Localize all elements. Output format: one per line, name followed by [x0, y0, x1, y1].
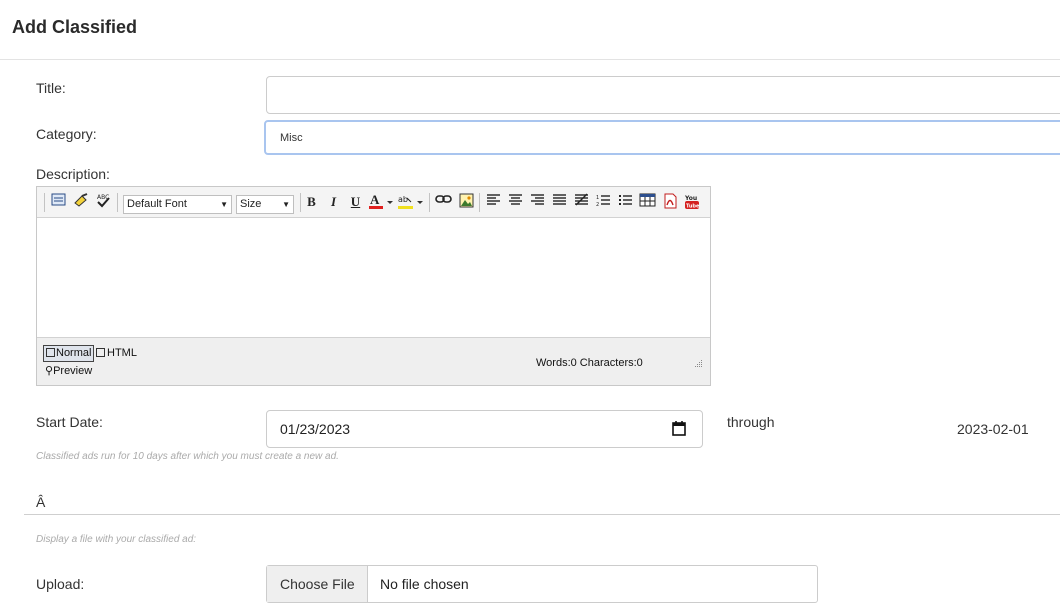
- word-count: Words:0 Characters:0: [536, 357, 643, 369]
- table-icon[interactable]: [639, 193, 656, 210]
- page-header: Add Classified: [0, 0, 1060, 60]
- page-title: Add Classified: [12, 17, 138, 37]
- description-editor: ABC Default Font ▼ Size ▼ B I U A ab 1 2…: [36, 186, 711, 386]
- title-input[interactable]: [266, 76, 1060, 114]
- normal-tab[interactable]: Normal: [43, 345, 95, 362]
- file-name-status: No file chosen: [380, 576, 469, 592]
- font-family-value: Default Font: [127, 198, 187, 210]
- choose-file-button[interactable]: Choose File: [267, 566, 368, 602]
- italic-icon[interactable]: I: [325, 193, 342, 210]
- numbered-list-icon[interactable]: 12: [595, 193, 612, 210]
- start-date-label: Start Date:: [36, 414, 103, 430]
- font-size-select[interactable]: Size ▼: [236, 195, 294, 214]
- editor-footer: Normal HTML ⚲Preview Words:0 Characters:…: [37, 337, 710, 385]
- font-family-select[interactable]: Default Font ▼: [123, 195, 232, 214]
- preview-tab-label: Preview: [53, 365, 93, 377]
- bold-icon[interactable]: B: [303, 193, 320, 210]
- indent-icon[interactable]: [573, 193, 590, 210]
- editor-toolbar: ABC Default Font ▼ Size ▼ B I U A ab 1 2…: [37, 187, 710, 218]
- file-upload-input[interactable]: Choose File No file chosen: [266, 565, 818, 603]
- html-mode-icon: [96, 348, 105, 357]
- justify-icon[interactable]: [551, 193, 568, 210]
- html-tab-label: HTML: [107, 347, 137, 359]
- align-right-icon[interactable]: [529, 193, 546, 210]
- svg-text:1: 1: [596, 195, 599, 201]
- description-label: Description:: [36, 166, 110, 182]
- category-label: Category:: [36, 126, 97, 142]
- start-date-hint: Classified ads run for 10 days after whi…: [36, 451, 339, 462]
- calendar-icon[interactable]: [672, 421, 686, 439]
- start-date-input[interactable]: 01/23/2023: [266, 410, 703, 448]
- svg-text:2: 2: [596, 202, 599, 207]
- font-color-icon[interactable]: A: [368, 192, 394, 210]
- svg-text:A: A: [370, 193, 380, 207]
- preview-tab[interactable]: ⚲Preview: [45, 364, 92, 379]
- resize-handle-icon[interactable]: [693, 358, 703, 368]
- pdf-icon[interactable]: [662, 193, 679, 210]
- bulleted-list-icon[interactable]: [617, 193, 634, 210]
- category-select[interactable]: Misc: [264, 120, 1060, 155]
- section-divider: [24, 514, 1060, 515]
- magnifier-icon: ⚲: [45, 365, 54, 377]
- image-icon[interactable]: [458, 193, 475, 210]
- start-date-value: 01/23/2023: [280, 421, 351, 437]
- underline-icon[interactable]: U: [347, 193, 364, 210]
- through-label: through: [727, 414, 775, 430]
- editor-content-area[interactable]: [37, 218, 710, 337]
- svg-text:Tube: Tube: [686, 204, 700, 210]
- end-date: 2023-02-01: [957, 421, 1029, 437]
- clean-format-icon[interactable]: [72, 193, 89, 210]
- svg-text:ab: ab: [398, 195, 408, 204]
- normal-mode-icon: [46, 348, 55, 357]
- upload-label: Upload:: [36, 576, 85, 592]
- html-tab[interactable]: HTML: [96, 346, 137, 361]
- highlight-color-icon[interactable]: ab: [397, 193, 425, 210]
- chevron-down-icon: ▼: [282, 200, 290, 209]
- chevron-down-icon: ▼: [220, 200, 228, 209]
- section-divider-text: Â: [36, 494, 46, 510]
- spellcheck-page-icon[interactable]: [50, 193, 67, 210]
- spell-check-abc-icon[interactable]: ABC: [94, 193, 111, 210]
- align-center-icon[interactable]: [507, 193, 524, 210]
- link-icon[interactable]: [435, 193, 452, 210]
- normal-tab-label: Normal: [56, 347, 92, 359]
- font-size-value: Size: [240, 198, 262, 210]
- align-left-icon[interactable]: [485, 193, 502, 210]
- title-label: Title:: [36, 80, 66, 96]
- youtube-icon[interactable]: You Tube: [683, 193, 700, 210]
- file-hint: Display a file with your classified ad:: [36, 534, 197, 545]
- svg-text:You: You: [684, 195, 697, 202]
